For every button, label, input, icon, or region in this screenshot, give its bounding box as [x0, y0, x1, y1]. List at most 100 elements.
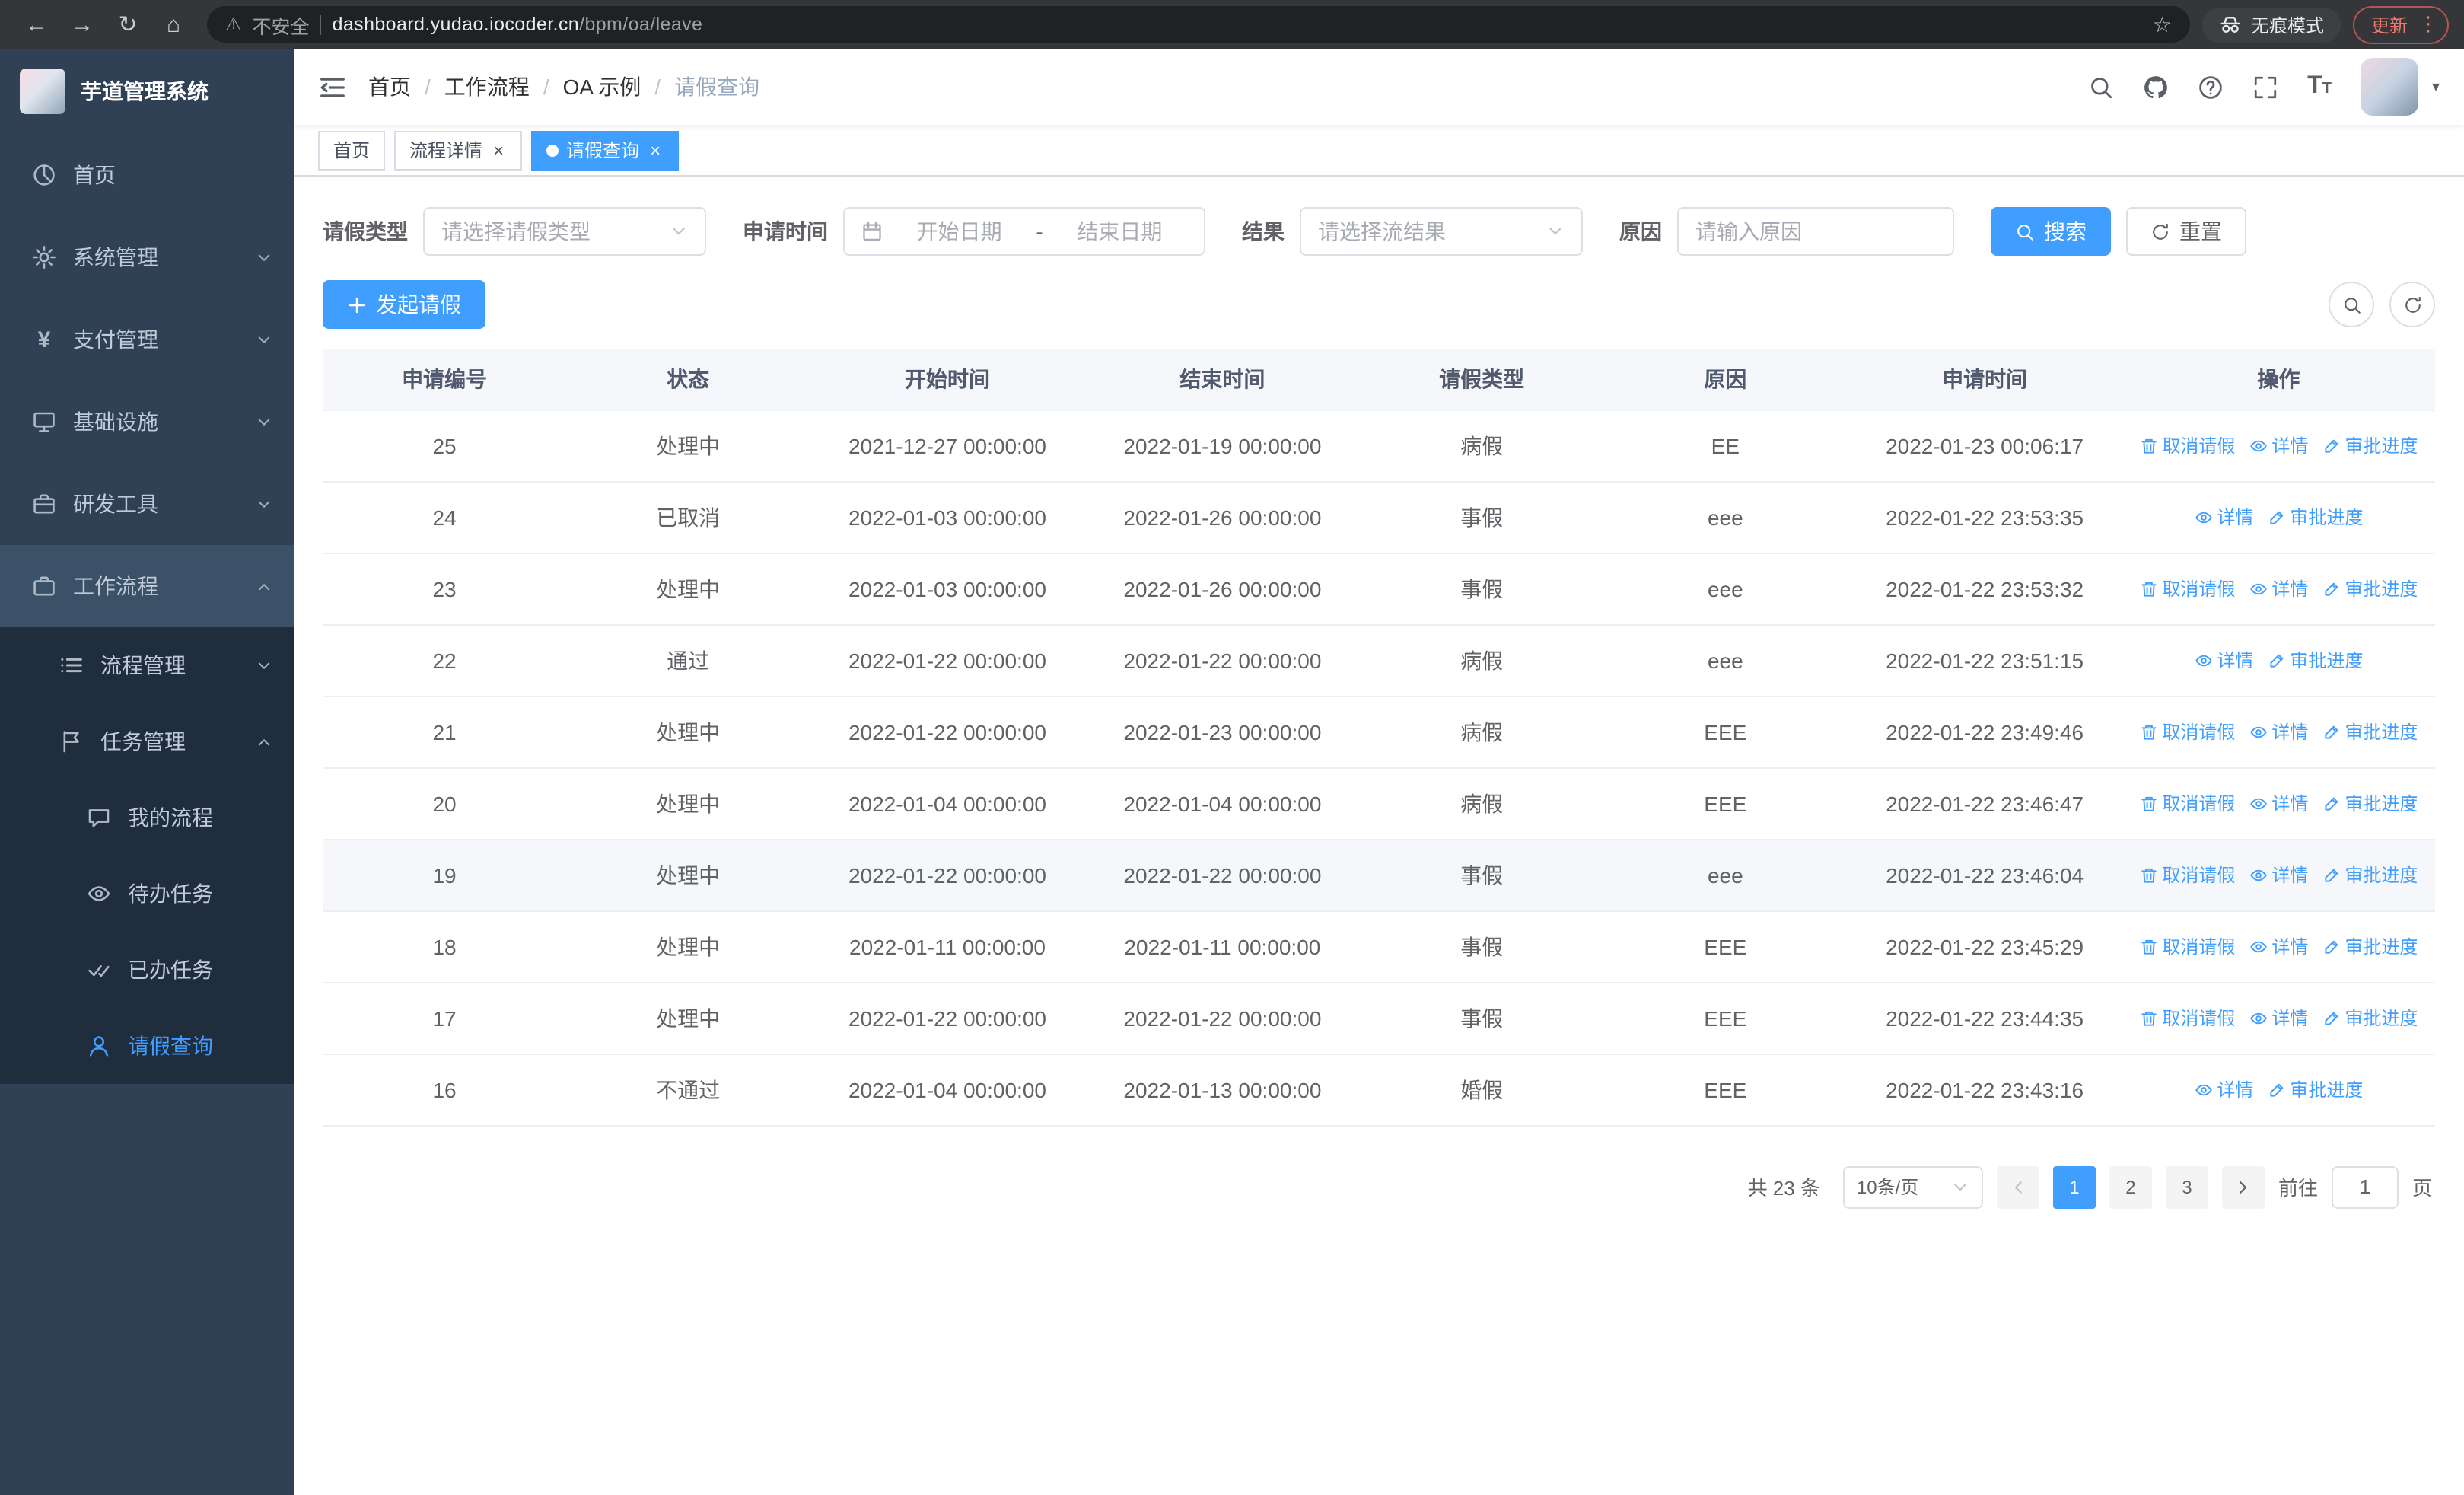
- cell-end: 2022-01-26 00:00:00: [1084, 553, 1361, 625]
- cell-start: 2022-01-22 00:00:00: [810, 982, 1085, 1054]
- cancel-action-link[interactable]: 取消请假: [2139, 933, 2235, 959]
- progress-action-link[interactable]: 审批进度: [2267, 647, 2363, 673]
- detail-action-link[interactable]: 详情: [2194, 1076, 2253, 1102]
- detail-action-link[interactable]: 详情: [2194, 504, 2253, 530]
- detail-action-link[interactable]: 详情: [2249, 432, 2308, 458]
- progress-action-link[interactable]: 审批进度: [2267, 504, 2363, 530]
- chevron-down-icon: [256, 657, 272, 674]
- next-page-button[interactable]: [2221, 1165, 2265, 1208]
- sidebar-item[interactable]: 已办任务: [0, 932, 294, 1008]
- sidebar-item[interactable]: ¥ 支付管理: [0, 298, 294, 381]
- forward-icon[interactable]: →: [61, 3, 103, 46]
- sidebar-item[interactable]: 基础设施: [0, 381, 294, 463]
- sidebar-item[interactable]: 工作流程: [0, 545, 294, 627]
- column-header: 开始时间: [810, 349, 1085, 410]
- bookmark-star-icon[interactable]: ☆: [2153, 11, 2172, 37]
- update-button[interactable]: 更新 ⋮: [2352, 5, 2449, 43]
- progress-action-link[interactable]: 审批进度: [2322, 790, 2418, 816]
- font-size-icon[interactable]: TT: [2307, 73, 2332, 100]
- result-select[interactable]: 请选择流结果: [1300, 207, 1583, 256]
- column-header: 操作: [2122, 349, 2435, 410]
- cancel-action-link[interactable]: 取消请假: [2139, 1005, 2235, 1031]
- breadcrumb-item[interactable]: OA 示例: [563, 72, 641, 102]
- chevron-down-icon[interactable]: ▾: [2432, 78, 2440, 95]
- prev-page-button[interactable]: [1996, 1165, 2039, 1208]
- sidebar-item[interactable]: 流程管理: [0, 627, 294, 703]
- address-bar[interactable]: ⚠ 不安全 dashboard.yudao.iocoder.cn/bpm/oa/…: [207, 6, 2190, 43]
- cell-status: 处理中: [566, 410, 810, 482]
- breadcrumb-item[interactable]: 工作流程: [444, 72, 530, 102]
- reload-icon[interactable]: ↻: [107, 3, 149, 46]
- progress-action-link[interactable]: 审批进度: [2322, 575, 2418, 601]
- detail-action-link[interactable]: 详情: [2249, 933, 2308, 959]
- sidebar-item[interactable]: 待办任务: [0, 856, 294, 932]
- search-button[interactable]: 搜索: [1991, 207, 2111, 256]
- help-icon[interactable]: [2198, 74, 2224, 100]
- tab-close-icon[interactable]: ×: [490, 139, 507, 161]
- sidebar-item[interactable]: 任务管理: [0, 703, 294, 779]
- page-number-button[interactable]: 2: [2109, 1165, 2152, 1208]
- reset-button[interactable]: 重置: [2126, 207, 2246, 256]
- cancel-action-link[interactable]: 取消请假: [2139, 790, 2235, 816]
- create-leave-button[interactable]: 发起请假: [323, 280, 485, 329]
- cancel-action-link[interactable]: 取消请假: [2139, 575, 2235, 601]
- tab-close-icon[interactable]: ×: [647, 139, 664, 161]
- breadcrumb: 首页 / 工作流程 / OA 示例 / 请假查询: [368, 72, 759, 102]
- sidebar-collapse-icon[interactable]: [318, 72, 347, 101]
- user-avatar[interactable]: [2360, 58, 2418, 116]
- trash-icon: [2139, 794, 2157, 812]
- page-number-button[interactable]: 1: [2052, 1165, 2096, 1208]
- sidebar-item[interactable]: 系统管理: [0, 216, 294, 298]
- progress-action-link[interactable]: 审批进度: [2322, 1005, 2418, 1031]
- table-row: 17 处理中 2022-01-22 00:00:00 2022-01-22 00:00…: [323, 982, 2435, 1054]
- detail-action-label: 详情: [2217, 1079, 2254, 1101]
- app-logo[interactable]: 芋道管理系统: [0, 49, 294, 134]
- overflow-menu-icon[interactable]: ⋮: [2418, 12, 2438, 37]
- back-icon[interactable]: ←: [15, 3, 58, 46]
- detail-action-link[interactable]: 详情: [2194, 647, 2253, 673]
- done-icon: [85, 958, 113, 982]
- leave-type-select[interactable]: 请选择请假类型: [423, 207, 706, 256]
- sidebar-item[interactable]: 我的流程: [0, 779, 294, 856]
- detail-action-label: 详情: [2271, 435, 2309, 457]
- progress-action-link[interactable]: 审批进度: [2322, 862, 2418, 888]
- detail-action-link[interactable]: 详情: [2249, 790, 2308, 816]
- tab[interactable]: 首页: [318, 130, 386, 170]
- page-number-button[interactable]: 3: [2165, 1165, 2208, 1208]
- eye-icon: [85, 881, 113, 906]
- progress-action-label: 审批进度: [2345, 435, 2418, 457]
- refresh-table-button[interactable]: [2389, 282, 2435, 327]
- sidebar-item[interactable]: 请假查询: [0, 1008, 294, 1084]
- sidebar-item[interactable]: 研发工具: [0, 463, 294, 545]
- reason-input[interactable]: [1677, 207, 1954, 256]
- progress-action-link[interactable]: 审批进度: [2322, 432, 2418, 458]
- goto-page-input[interactable]: [2331, 1165, 2399, 1208]
- incognito-badge: 无痕模式: [2201, 7, 2341, 42]
- progress-action-link[interactable]: 审批进度: [2322, 933, 2418, 959]
- progress-action-link[interactable]: 审批进度: [2267, 1076, 2363, 1102]
- toggle-search-button[interactable]: [2329, 282, 2374, 327]
- github-icon[interactable]: [2143, 74, 2169, 100]
- fullscreen-icon[interactable]: [2252, 74, 2278, 100]
- tab[interactable]: 请假查询 ×: [531, 130, 680, 170]
- security-warning-icon[interactable]: ⚠: [225, 14, 242, 35]
- cancel-action-link[interactable]: 取消请假: [2139, 862, 2235, 888]
- cancel-action-link[interactable]: 取消请假: [2139, 432, 2235, 458]
- home-icon[interactable]: ⌂: [152, 3, 195, 46]
- detail-action-link[interactable]: 详情: [2249, 1005, 2308, 1031]
- url-text[interactable]: dashboard.yudao.iocoder.cn/bpm/oa/leave: [333, 14, 2142, 35]
- cancel-action-link[interactable]: 取消请假: [2139, 719, 2235, 744]
- search-icon[interactable]: [2088, 74, 2114, 100]
- detail-action-link[interactable]: 详情: [2249, 575, 2308, 601]
- security-label[interactable]: 不安全: [253, 10, 310, 39]
- sidebar-item[interactable]: 首页: [0, 134, 294, 216]
- tab[interactable]: 流程详情 ×: [394, 130, 523, 170]
- detail-action-link[interactable]: 详情: [2249, 862, 2308, 888]
- apply-time-range-picker[interactable]: 开始日期 - 结束日期: [843, 207, 1205, 256]
- progress-action-link[interactable]: 审批进度: [2322, 719, 2418, 744]
- page-size-select[interactable]: 10条/页: [1842, 1165, 1983, 1208]
- chevron-up-icon: [256, 578, 272, 594]
- cell-end: 2022-01-19 00:00:00: [1084, 410, 1361, 482]
- breadcrumb-item[interactable]: 首页: [368, 72, 411, 102]
- detail-action-link[interactable]: 详情: [2249, 719, 2308, 744]
